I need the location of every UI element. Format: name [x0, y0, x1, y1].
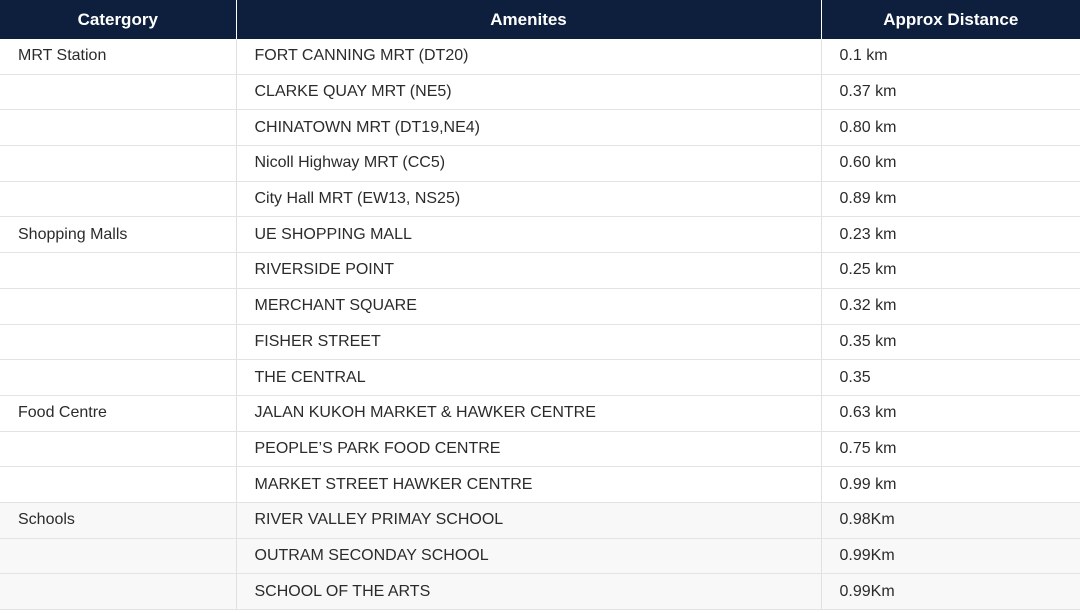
category-cell	[0, 324, 237, 361]
amenities-table: Catergory Amenites Approx Distance MRT S…	[0, 0, 1080, 610]
amenity-cell: UE SHOPPING MALL	[236, 216, 822, 254]
distance-cell: 0.75 km	[821, 431, 1080, 468]
amenity-cell: City Hall MRT (EW13, NS25)	[236, 181, 822, 218]
distance-cell: 0.89 km	[821, 181, 1080, 218]
amenity-cell: MARKET STREET HAWKER CENTRE	[236, 466, 822, 503]
table-row: Food Centre JALAN KUKOH MARKET & HAWKER C…	[0, 395, 1080, 432]
distance-cell: 0.99Km	[821, 538, 1080, 575]
header-category: Catergory	[0, 0, 237, 39]
category-cell	[0, 74, 237, 111]
distance-cell: 0.99 km	[821, 466, 1080, 503]
category-cell	[0, 145, 237, 182]
distance-cell: 0.98Km	[821, 502, 1080, 539]
amenity-cell: CLARKE QUAY MRT (NE5)	[236, 74, 822, 111]
distance-cell: 0.35 km	[821, 324, 1080, 361]
distance-cell: 0.1 km	[821, 39, 1080, 75]
category-cell	[0, 431, 237, 468]
table-row: PEOPLE’S PARK FOOD CENTRE 0.75 km	[0, 431, 1080, 468]
table-row: RIVERSIDE POINT 0.25 km	[0, 252, 1080, 289]
category-cell: Shopping Malls	[0, 216, 237, 254]
amenity-cell: FISHER STREET	[236, 324, 822, 361]
distance-cell: 0.35	[821, 359, 1080, 396]
table-body: MRT Station FORT CANNING MRT (DT20) 0.1 km…	[0, 39, 1080, 610]
distance-cell: 0.99Km	[821, 573, 1080, 610]
table-row: SCHOOL OF THE ARTS 0.99Km	[0, 573, 1080, 610]
distance-cell: 0.63 km	[821, 395, 1080, 432]
table-row: Schools RIVER VALLEY PRIMAY SCHOOL 0.98Km	[0, 502, 1080, 539]
amenity-cell: FORT CANNING MRT (DT20)	[236, 39, 822, 75]
category-cell	[0, 109, 237, 147]
table-row: Shopping Malls UE SHOPPING MALL 0.23 km	[0, 216, 1080, 254]
category-cell	[0, 573, 237, 610]
table-row: FISHER STREET 0.35 km	[0, 324, 1080, 361]
category-cell	[0, 252, 237, 289]
category-cell: Schools	[0, 502, 237, 539]
amenity-cell: PEOPLE’S PARK FOOD CENTRE	[236, 431, 822, 468]
table-row: City Hall MRT (EW13, NS25) 0.89 km	[0, 181, 1080, 218]
distance-cell: 0.60 km	[821, 145, 1080, 182]
category-cell: Food Centre	[0, 395, 237, 432]
distance-cell: 0.25 km	[821, 252, 1080, 289]
category-cell	[0, 466, 237, 503]
table-row: MRT Station FORT CANNING MRT (DT20) 0.1 km	[0, 39, 1080, 75]
category-cell	[0, 288, 237, 325]
header-amenities: Amenites	[236, 0, 822, 39]
amenity-cell: CHINATOWN MRT (DT19,NE4)	[236, 109, 822, 147]
distance-cell: 0.32 km	[821, 288, 1080, 325]
table-row: MERCHANT SQUARE 0.32 km	[0, 288, 1080, 325]
header-row: Catergory Amenites Approx Distance	[0, 0, 1080, 39]
category-cell	[0, 359, 237, 396]
category-cell	[0, 181, 237, 218]
category-cell: MRT Station	[0, 39, 237, 75]
table-row: Nicoll Highway MRT (CC5) 0.60 km	[0, 145, 1080, 182]
amenity-cell: THE CENTRAL	[236, 359, 822, 396]
table-row: CLARKE QUAY MRT (NE5) 0.37 km	[0, 74, 1080, 111]
distance-cell: 0.37 km	[821, 74, 1080, 111]
distance-cell: 0.23 km	[821, 216, 1080, 254]
amenity-cell: Nicoll Highway MRT (CC5)	[236, 145, 822, 182]
table-row: CHINATOWN MRT (DT19,NE4) 0.80 km	[0, 109, 1080, 147]
amenity-cell: MERCHANT SQUARE	[236, 288, 822, 325]
amenity-cell: RIVER VALLEY PRIMAY SCHOOL	[236, 502, 822, 539]
amenity-cell: OUTRAM SECONDAY SCHOOL	[236, 538, 822, 575]
amenity-cell: SCHOOL OF THE ARTS	[236, 573, 822, 610]
header-distance: Approx Distance	[821, 0, 1080, 39]
amenity-cell: JALAN KUKOH MARKET & HAWKER CENTRE	[236, 395, 822, 432]
table-row: MARKET STREET HAWKER CENTRE 0.99 km	[0, 466, 1080, 503]
table-row: OUTRAM SECONDAY SCHOOL 0.99Km	[0, 538, 1080, 575]
distance-cell: 0.80 km	[821, 109, 1080, 147]
category-cell	[0, 538, 237, 575]
table-header: Catergory Amenites Approx Distance	[0, 0, 1080, 39]
amenity-cell: RIVERSIDE POINT	[236, 252, 822, 289]
table-row: THE CENTRAL 0.35	[0, 359, 1080, 396]
